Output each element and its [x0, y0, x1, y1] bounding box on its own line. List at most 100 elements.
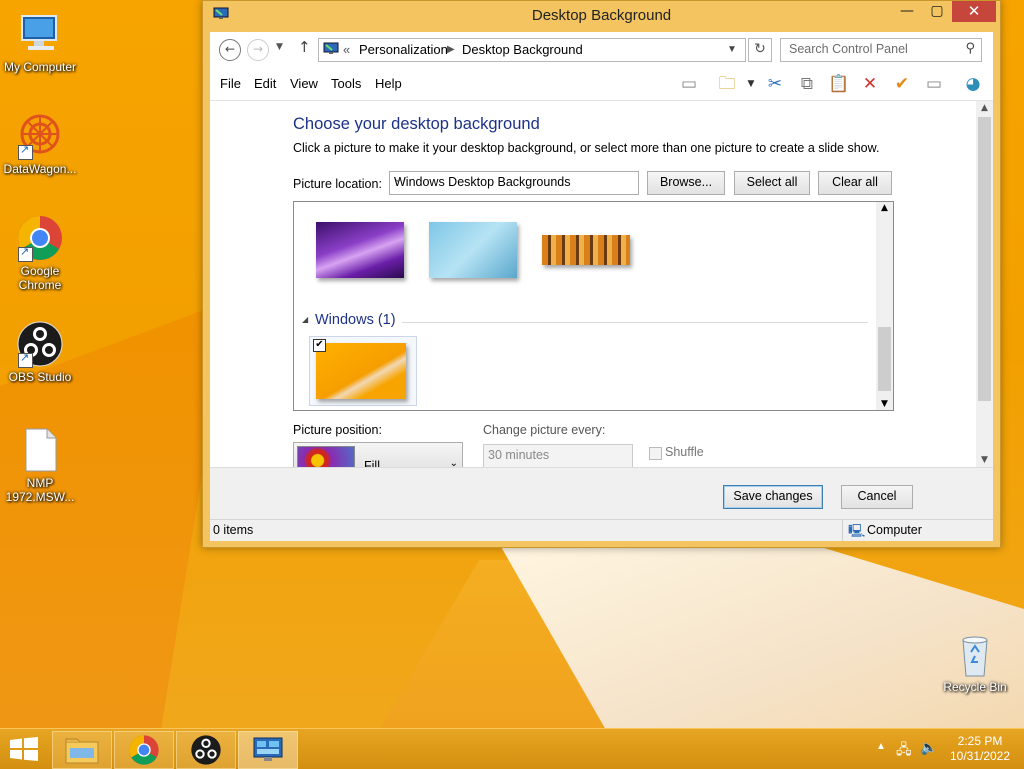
- status-location: Computer: [867, 523, 922, 537]
- wallpaper-thumbnail[interactable]: [316, 343, 406, 399]
- picture-position-label: Picture position:: [293, 423, 382, 437]
- title-bar[interactable]: Desktop Background — ▢ ✕: [203, 1, 1000, 31]
- wallpaper-selected-frame[interactable]: ✔: [309, 336, 417, 406]
- search-icon[interactable]: ⚲: [965, 41, 975, 56]
- wallpaper-thumbnail[interactable]: [542, 235, 630, 265]
- globe-icon[interactable]: ◕: [962, 73, 984, 95]
- scroll-thumb[interactable]: [878, 327, 891, 391]
- change-interval-select[interactable]: 30 minutes ⌄: [483, 444, 633, 467]
- back-button[interactable]: ←: [219, 39, 241, 61]
- group-header-windows[interactable]: Windows (1): [315, 312, 396, 328]
- scroll-up-icon[interactable]: ▲: [976, 103, 993, 113]
- cancel-button[interactable]: Cancel: [841, 485, 913, 509]
- control-panel-icon: [253, 737, 283, 761]
- taskbar-obs-studio[interactable]: [176, 731, 236, 769]
- menu-view[interactable]: View: [290, 76, 318, 91]
- recycle-bin-icon: [951, 630, 999, 678]
- shuffle-checkbox[interactable]: [649, 447, 662, 460]
- picture-position-value: Fill: [364, 459, 380, 467]
- wallpaper-thumbnail[interactable]: [316, 222, 404, 278]
- chevron-down-icon: ⌄: [488, 447, 497, 458]
- clock[interactable]: 2:25 PM 10/31/2022: [948, 734, 1012, 764]
- taskbar-google-chrome[interactable]: [114, 731, 174, 769]
- scroll-up-icon[interactable]: ▲: [876, 203, 893, 213]
- desktop-icon-label: NMP 1972.MSW...: [5, 476, 75, 504]
- window-client: ← → ▼ ↑ « Personalization ▶ Desktop Back…: [210, 32, 993, 541]
- shortcut-arrow-icon: [18, 245, 33, 262]
- delete-icon[interactable]: ✕: [859, 73, 881, 95]
- desktop-icon-label: DataWagon...: [3, 162, 77, 176]
- scroll-down-icon[interactable]: ▼: [876, 399, 893, 409]
- item-count: 0 items: [213, 523, 254, 537]
- picture-position-select[interactable]: Fill ⌄: [293, 442, 463, 467]
- menu-file[interactable]: File: [220, 76, 241, 91]
- copy-icon[interactable]: ⧉: [796, 73, 818, 95]
- status-divider: [842, 520, 843, 541]
- status-bar: 0 items 🖳 Computer: [210, 519, 993, 541]
- folder-options-dropdown-icon[interactable]: ▼: [740, 73, 762, 95]
- address-bar[interactable]: « Personalization ▶ Desktop Background ▼: [318, 38, 746, 62]
- folder-options-icon[interactable]: 🗀: [716, 73, 738, 95]
- rename-icon[interactable]: ▭: [923, 73, 945, 95]
- desktop-icon-google-chrome[interactable]: Google Chrome: [0, 214, 80, 292]
- search-input[interactable]: Search Control Panel ⚲: [780, 38, 982, 62]
- wallpaper-thumbnail[interactable]: [429, 222, 517, 278]
- scroll-thumb[interactable]: [978, 117, 991, 401]
- forward-button[interactable]: →: [247, 39, 269, 61]
- volume-icon[interactable]: 🔈: [920, 739, 937, 756]
- properties-check-icon[interactable]: ✔: [891, 73, 913, 95]
- scroll-down-icon[interactable]: ▼: [976, 455, 993, 465]
- taskbar-control-panel[interactable]: [238, 731, 298, 769]
- browse-button[interactable]: Browse...: [647, 171, 725, 195]
- menu-help[interactable]: Help: [375, 76, 402, 91]
- refresh-button[interactable]: ↻: [748, 38, 772, 62]
- recent-pages-dropdown[interactable]: ▼: [276, 42, 283, 52]
- breadcrumb-desktop-background[interactable]: Desktop Background: [462, 42, 583, 57]
- picture-list-scrollbar[interactable]: ▲ ▼: [876, 202, 893, 410]
- windows-logo-icon: [10, 737, 38, 761]
- chevron-down-icon: ⌄: [449, 458, 458, 467]
- folder-icon: [65, 738, 99, 764]
- minimize-button[interactable]: —: [893, 1, 921, 22]
- menu-bar: File Edit View Tools Help ▭ 🗀 ▼ ✂ ⧉ 📋 ✕ …: [210, 66, 993, 101]
- search-placeholder: Search Control Panel: [789, 42, 908, 56]
- menu-tools[interactable]: Tools: [331, 76, 361, 91]
- desktop-icon-datawagon[interactable]: DataWagon...: [0, 112, 80, 176]
- breadcrumb-overflow[interactable]: «: [343, 42, 350, 57]
- paste-icon[interactable]: 📋: [828, 73, 850, 95]
- desktop-icon-nmp-file[interactable]: NMP 1972.MSW...: [0, 426, 80, 504]
- clear-all-button[interactable]: Clear all: [818, 171, 892, 195]
- dialog-footer: Save changes Cancel: [210, 467, 993, 520]
- picture-list: ◢ Windows (1) ✔ ▲ ▼: [293, 201, 894, 411]
- menu-edit[interactable]: Edit: [254, 76, 276, 91]
- taskbar: ▲ 🖧 🔈 2:25 PM 10/31/2022: [0, 728, 1024, 769]
- picture-location-select[interactable]: Windows Desktop Backgrounds ⌄: [389, 171, 639, 195]
- chrome-icon: [129, 735, 159, 765]
- desktop-background-window: Desktop Background — ▢ ✕ ← → ▼ ↑ « Perso…: [202, 0, 1001, 548]
- desktop-icon-obs-studio[interactable]: OBS Studio: [0, 320, 80, 384]
- up-button[interactable]: ↑: [298, 38, 311, 56]
- show-hidden-icons[interactable]: ▲: [876, 741, 886, 752]
- wallpaper-checkbox[interactable]: ✔: [313, 339, 326, 352]
- group-divider: [402, 322, 868, 323]
- select-all-button[interactable]: Select all: [734, 171, 810, 195]
- desktop-icon-my-computer[interactable]: My Computer: [0, 10, 80, 74]
- chevron-down-icon: ⌄: [394, 174, 403, 185]
- save-changes-button[interactable]: Save changes: [723, 485, 823, 509]
- network-icon[interactable]: 🖧: [896, 739, 912, 763]
- layout-icon[interactable]: ▭: [678, 73, 700, 95]
- taskbar-file-explorer[interactable]: [52, 731, 112, 769]
- start-button[interactable]: [9, 737, 39, 764]
- datawagon-icon: [16, 112, 64, 160]
- content-scrollbar[interactable]: ▲ ▼: [976, 101, 993, 467]
- maximize-button[interactable]: ▢: [923, 1, 951, 22]
- breadcrumb-personalization[interactable]: Personalization: [359, 42, 448, 57]
- address-dropdown-icon[interactable]: ▼: [727, 44, 737, 55]
- page-description: Click a picture to make it your desktop …: [293, 141, 880, 155]
- close-button[interactable]: ✕: [952, 1, 996, 22]
- desktop-icon-recycle-bin[interactable]: Recycle Bin: [935, 630, 1015, 694]
- desktop-icon-label: Google Chrome: [18, 264, 62, 292]
- computer-icon: [16, 10, 64, 58]
- collapse-group-icon[interactable]: ◢: [302, 315, 308, 324]
- cut-icon[interactable]: ✂: [764, 73, 786, 95]
